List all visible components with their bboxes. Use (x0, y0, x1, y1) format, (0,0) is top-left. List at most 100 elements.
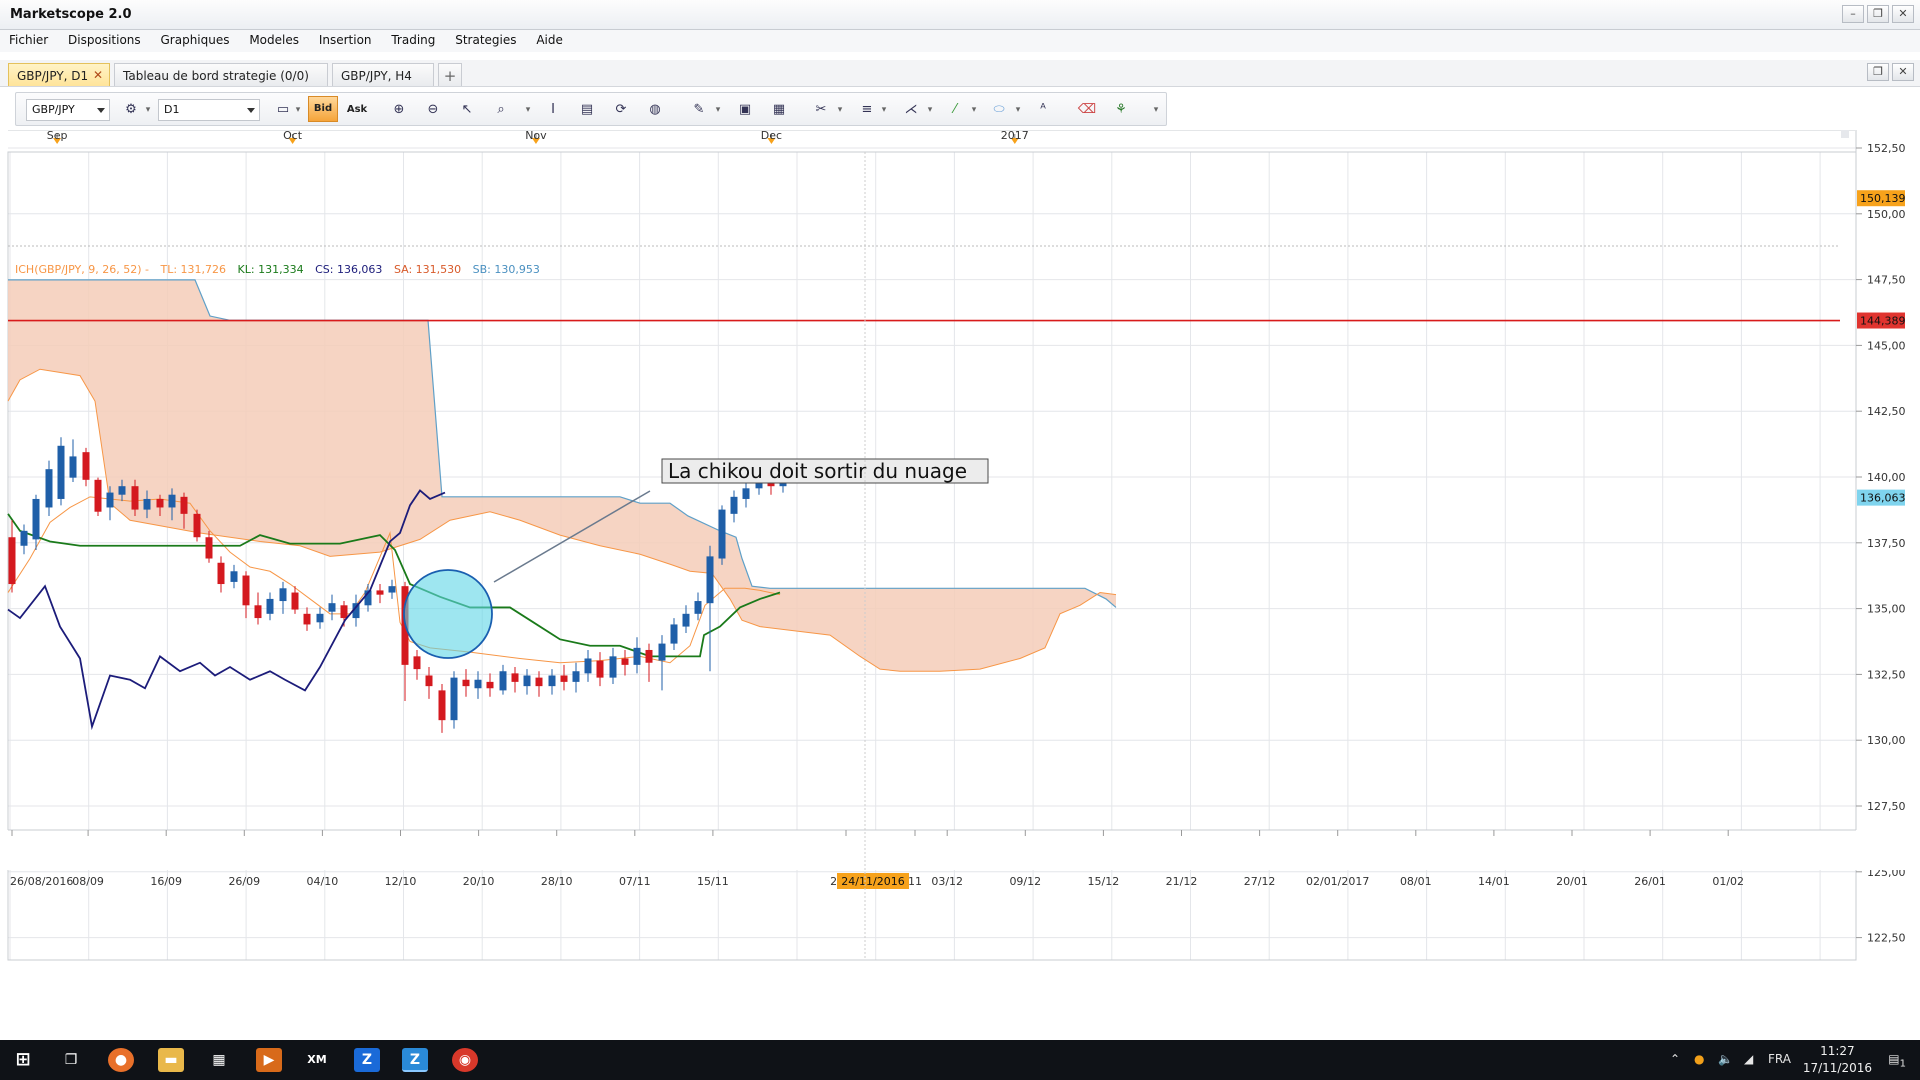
menu-modeles[interactable]: Modeles (240, 30, 306, 47)
chevron-down-icon[interactable]: ▾ (294, 100, 302, 120)
date-tick-label: 11 (908, 875, 922, 888)
price-tick-label: 130,00 (1867, 734, 1906, 747)
candle-body (560, 675, 568, 682)
chart-properties-icon[interactable]: ▤ (576, 100, 598, 120)
chrome-icon[interactable]: ◉ (452, 1048, 478, 1072)
candle-body (168, 494, 176, 508)
trend-line-icon[interactable]: ⁄ (944, 100, 966, 120)
minimize-button[interactable]: – (1842, 5, 1864, 23)
language-indicator[interactable]: FRA (1768, 1052, 1791, 1066)
date-tick-label: 04/10 (307, 875, 339, 888)
trading-app-icon[interactable]: Z (354, 1048, 380, 1072)
clock-time: 11:27 (1820, 1044, 1855, 1058)
candle-body (230, 571, 238, 582)
system-clock[interactable]: 11:27 17/11/2016 (1803, 1043, 1872, 1077)
ellipse-icon[interactable]: ⬭ (988, 100, 1010, 120)
store-icon[interactable]: ▦ (206, 1048, 232, 1072)
date-tick-label: 20/10 (463, 875, 495, 888)
chevron-down-icon[interactable]: ▾ (714, 100, 722, 120)
chevron-down-icon[interactable]: ▾ (144, 100, 152, 120)
restore-button[interactable]: ❐ (1867, 5, 1889, 23)
zoom-in-icon[interactable]: ⊕ (388, 100, 410, 120)
tab-gbpjpy-h4[interactable]: GBP/JPY, H4 (332, 63, 434, 86)
file-explorer-icon[interactable]: ▬ (158, 1048, 184, 1072)
fan-icon[interactable]: ⋌ (900, 100, 922, 120)
price-tick-label: 142,50 (1867, 405, 1906, 418)
highlight-circle[interactable] (403, 569, 493, 659)
date-tick-label: 07/11 (619, 875, 651, 888)
chevron-down-icon[interactable]: ▾ (836, 100, 844, 120)
date-tick-label: 08/09 (72, 875, 104, 888)
chevron-down-icon[interactable]: ▾ (970, 100, 978, 120)
firefox-icon[interactable]: ● (108, 1048, 134, 1072)
tray-expand-icon[interactable]: ⌃ (1670, 1052, 1680, 1066)
tab-label: GBP/JPY, D1 (17, 69, 89, 83)
xm-icon[interactable]: XM (304, 1048, 330, 1072)
symbol-settings-icon[interactable]: ⚙ (120, 100, 142, 120)
indicator-kl: KL: 131,334 (238, 263, 304, 276)
text-label-icon[interactable]: ᴬ (1032, 100, 1054, 120)
candle-body (205, 537, 213, 559)
tray-app-icon[interactable]: ● (1694, 1052, 1704, 1066)
globe-icon[interactable]: ◍ (644, 100, 666, 120)
chart-restore-button[interactable]: ❐ (1867, 63, 1889, 81)
add-tab-button[interactable]: + (438, 63, 462, 86)
lines-icon[interactable]: ≡ (856, 100, 878, 120)
menu-graphiques[interactable]: Graphiques (151, 30, 236, 47)
menu-aide[interactable]: Aide (527, 30, 570, 47)
chevron-down-icon[interactable]: ▾ (1014, 100, 1022, 120)
indicator-cs: CS: 136,063 (315, 263, 382, 276)
menu-insertion[interactable]: Insertion (310, 30, 379, 47)
ask-button[interactable]: Ask (342, 100, 372, 120)
eraser-icon[interactable]: ⌫ (1076, 100, 1098, 120)
clock-date: 17/11/2016 (1802, 1061, 1872, 1075)
chevron-down-icon (97, 108, 105, 113)
tab-gbpjpy-d1[interactable]: GBP/JPY, D1 ✕ (8, 63, 110, 86)
chevron-down-icon[interactable]: ▾ (926, 100, 934, 120)
marketscope-app-icon[interactable]: Z (402, 1048, 428, 1072)
menu-fichier[interactable]: Fichier (0, 30, 55, 47)
candle-body (438, 690, 446, 721)
volume-icon[interactable]: 🔈 (1718, 1052, 1733, 1066)
task-view-icon[interactable]: ❐ (58, 1048, 84, 1072)
candle-body (730, 496, 738, 514)
menu-bar: Fichier Dispositions Graphiques Modeles … (0, 30, 1920, 52)
cursor-icon[interactable]: ↖ (456, 100, 478, 120)
candle-body (193, 513, 201, 538)
notification-center-icon[interactable]: ▤1 (1888, 1052, 1906, 1069)
windows-start-icon[interactable]: ⊞ (10, 1048, 36, 1072)
symbol-select[interactable]: GBP/JPY (26, 99, 110, 121)
price-chart[interactable]: Sep Oct Nov Dec 2017 La chikou doit sortir d… (0, 130, 1920, 1027)
timeframe-select[interactable]: D1 (158, 99, 260, 121)
date-tick-label: 15/11 (697, 875, 729, 888)
network-icon[interactable]: ⚘ (1110, 100, 1132, 120)
close-tab-icon[interactable]: ✕ (93, 68, 103, 82)
zoom-out-icon[interactable]: ⊖ (422, 100, 444, 120)
picture-icon[interactable]: ▣ (734, 100, 756, 120)
candle-body (180, 496, 188, 514)
text-cursor-icon[interactable]: I (542, 100, 564, 120)
timeframe-value: D1 (164, 103, 180, 116)
date-tick-label: 16/09 (150, 875, 182, 888)
chevron-down-icon[interactable]: ▾ (880, 100, 888, 120)
tools-icon[interactable]: ✂ (810, 100, 832, 120)
chart-type-icon[interactable]: ▭ (272, 100, 294, 120)
indicators-icon[interactable]: ▦ (768, 100, 790, 120)
date-axis-background (0, 830, 1920, 870)
tab-tableau-de-bord[interactable]: Tableau de bord strategie (0/0) (114, 63, 328, 86)
ruler-icon[interactable]: ✎ (688, 100, 710, 120)
menu-dispositions[interactable]: Dispositions (59, 30, 148, 47)
price-marker-label: 144,389 (1860, 315, 1906, 328)
menu-strategies[interactable]: Strategies (446, 30, 523, 47)
network-icon[interactable]: ◢ (1744, 1052, 1753, 1066)
close-button[interactable]: ✕ (1892, 5, 1914, 23)
bid-button[interactable]: Bid (308, 96, 338, 122)
media-player-icon[interactable]: ▶ (256, 1048, 282, 1072)
toolbar-overflow-icon[interactable]: ▾ (1152, 100, 1160, 120)
zoom-area-icon[interactable]: ⌕ (490, 100, 512, 120)
menu-trading[interactable]: Trading (382, 30, 442, 47)
refresh-icon[interactable]: ⟳ (610, 100, 632, 120)
chevron-down-icon[interactable]: ▾ (524, 100, 532, 120)
chart-close-button[interactable]: ✕ (1892, 63, 1914, 81)
indicator-name: ICH(GBP/JPY, 9, 26, 52) - (15, 263, 149, 276)
